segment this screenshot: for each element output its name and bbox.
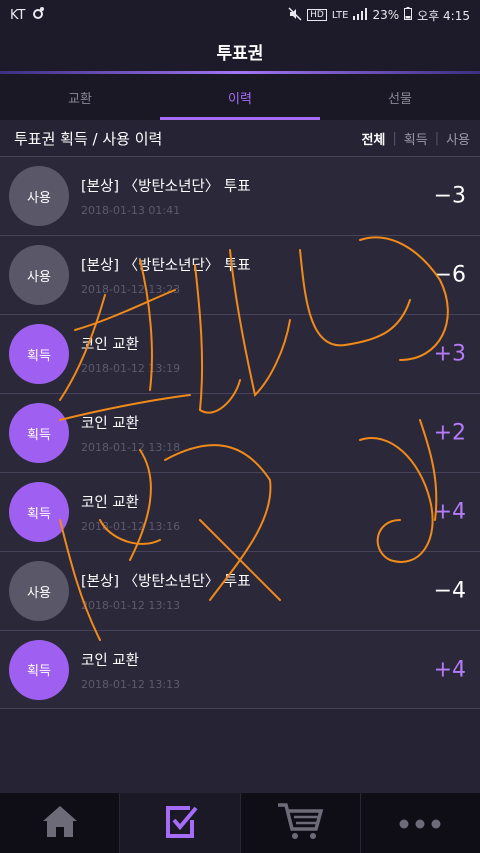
item-title: [본상] 〈방탄소년단〉 투표 — [81, 179, 251, 195]
history-filter-bar: 투표권 획득 / 사용 이력 전체 | 획득 | 사용 — [0, 120, 480, 156]
list-item: 사용 [본상] 〈방탄소년단〉 투표 2018-01-12 13:13 −4 — [0, 551, 480, 630]
status-badge: 사용 — [9, 166, 69, 226]
nav-vote[interactable] — [120, 793, 241, 853]
status-bar: KT HD LTE 23% 오후 4:15 — [0, 0, 480, 30]
mute-icon — [288, 6, 302, 24]
list-item: 사용 [본상] 〈방탄소년단〉 투표 2018-01-12 13:23 −6 — [0, 235, 480, 314]
nav-more[interactable] — [361, 793, 480, 853]
tab-exchange[interactable]: 교환 — [0, 74, 160, 120]
tab-history[interactable]: 이력 — [160, 74, 320, 120]
page-title: 투표권 — [216, 43, 264, 64]
more-icon — [398, 814, 442, 833]
item-amount: −4 — [433, 578, 466, 604]
item-title: 코인 교환 — [81, 495, 139, 511]
network-label: LTE — [331, 9, 349, 21]
status-badge: 획득 — [9, 324, 69, 384]
item-amount: +3 — [433, 341, 466, 367]
item-title: [본상] 〈방탄소년단〉 투표 — [81, 574, 251, 590]
list-item: 사용 [본상] 〈방탄소년단〉 투표 2018-01-13 01:41 −3 — [0, 156, 480, 235]
item-title: 코인 교환 — [81, 652, 139, 669]
filter-used[interactable]: 사용 — [446, 129, 470, 148]
filter-group: 전체 | 획득 | 사용 — [361, 129, 470, 148]
hd-badge: HD — [307, 9, 327, 21]
tab-gift[interactable]: 선물 — [320, 74, 480, 120]
battery-percent: 23% — [372, 8, 400, 22]
item-date: 2018-01-12 13:16 — [81, 520, 181, 533]
status-badge: 사용 — [9, 245, 69, 305]
list-item: 획득 코인 교환 2018-01-12 13:13 +4 — [0, 630, 480, 709]
item-date: 2018-01-13 01:41 — [81, 204, 181, 217]
section-title: 투표권 획득 / 사용 이력 — [14, 129, 163, 148]
carrier-label: KT — [10, 7, 26, 23]
item-date: 2018-01-12 13:18 — [81, 441, 181, 454]
home-icon — [40, 803, 80, 843]
signal-icon — [353, 7, 368, 23]
item-title: [본상] 〈방탄소년단〉 투표 — [81, 258, 251, 274]
page-title-bar: 투표권 — [0, 30, 480, 72]
clock: 오후 4:15 — [417, 8, 470, 23]
filter-divider: | — [392, 130, 397, 146]
nav-shop[interactable] — [241, 793, 361, 853]
bottom-nav — [0, 793, 480, 853]
item-date: 2018-01-12 13:19 — [81, 362, 181, 375]
item-amount: +2 — [433, 420, 466, 446]
item-title: 코인 교환 — [81, 337, 139, 353]
status-badge: 획득 — [9, 403, 69, 463]
tab-bar: 교환 이력 선물 — [0, 74, 480, 120]
nav-home[interactable] — [0, 793, 121, 853]
cart-icon — [276, 801, 324, 845]
battery-icon — [404, 7, 413, 23]
filter-divider: | — [434, 130, 440, 146]
item-date: 2018-01-12 13:13 — [81, 599, 181, 612]
list-item: 획득 코인 교환 2018-01-12 13:16 +4 — [0, 472, 480, 551]
list-item: 획득 코인 교환 2018-01-12 13:18 +2 — [0, 393, 480, 472]
list-item: 획득 코인 교환 2018-01-12 13:19 +3 — [0, 314, 480, 393]
item-date: 2018-01-12 13:23 — [81, 283, 181, 296]
filter-earned[interactable]: 획득 — [404, 129, 428, 148]
history-list: 사용 [본상] 〈방탄소년단〉 투표 2018-01-13 01:41 −3 사… — [0, 156, 480, 709]
status-badge: 사용 — [9, 561, 69, 621]
item-title: 코인 교환 — [81, 416, 139, 432]
item-amount: −3 — [433, 183, 466, 209]
vote-check-icon — [160, 802, 200, 844]
item-amount: +4 — [433, 499, 466, 525]
item-amount: +4 — [433, 657, 466, 682]
filter-all[interactable]: 전체 — [361, 129, 385, 148]
item-date: 2018-01-12 13:13 — [81, 677, 181, 691]
status-badge: 획득 — [9, 482, 69, 542]
item-amount: −6 — [433, 262, 466, 288]
app-notification-icon — [31, 6, 45, 24]
status-badge: 획득 — [9, 639, 69, 700]
